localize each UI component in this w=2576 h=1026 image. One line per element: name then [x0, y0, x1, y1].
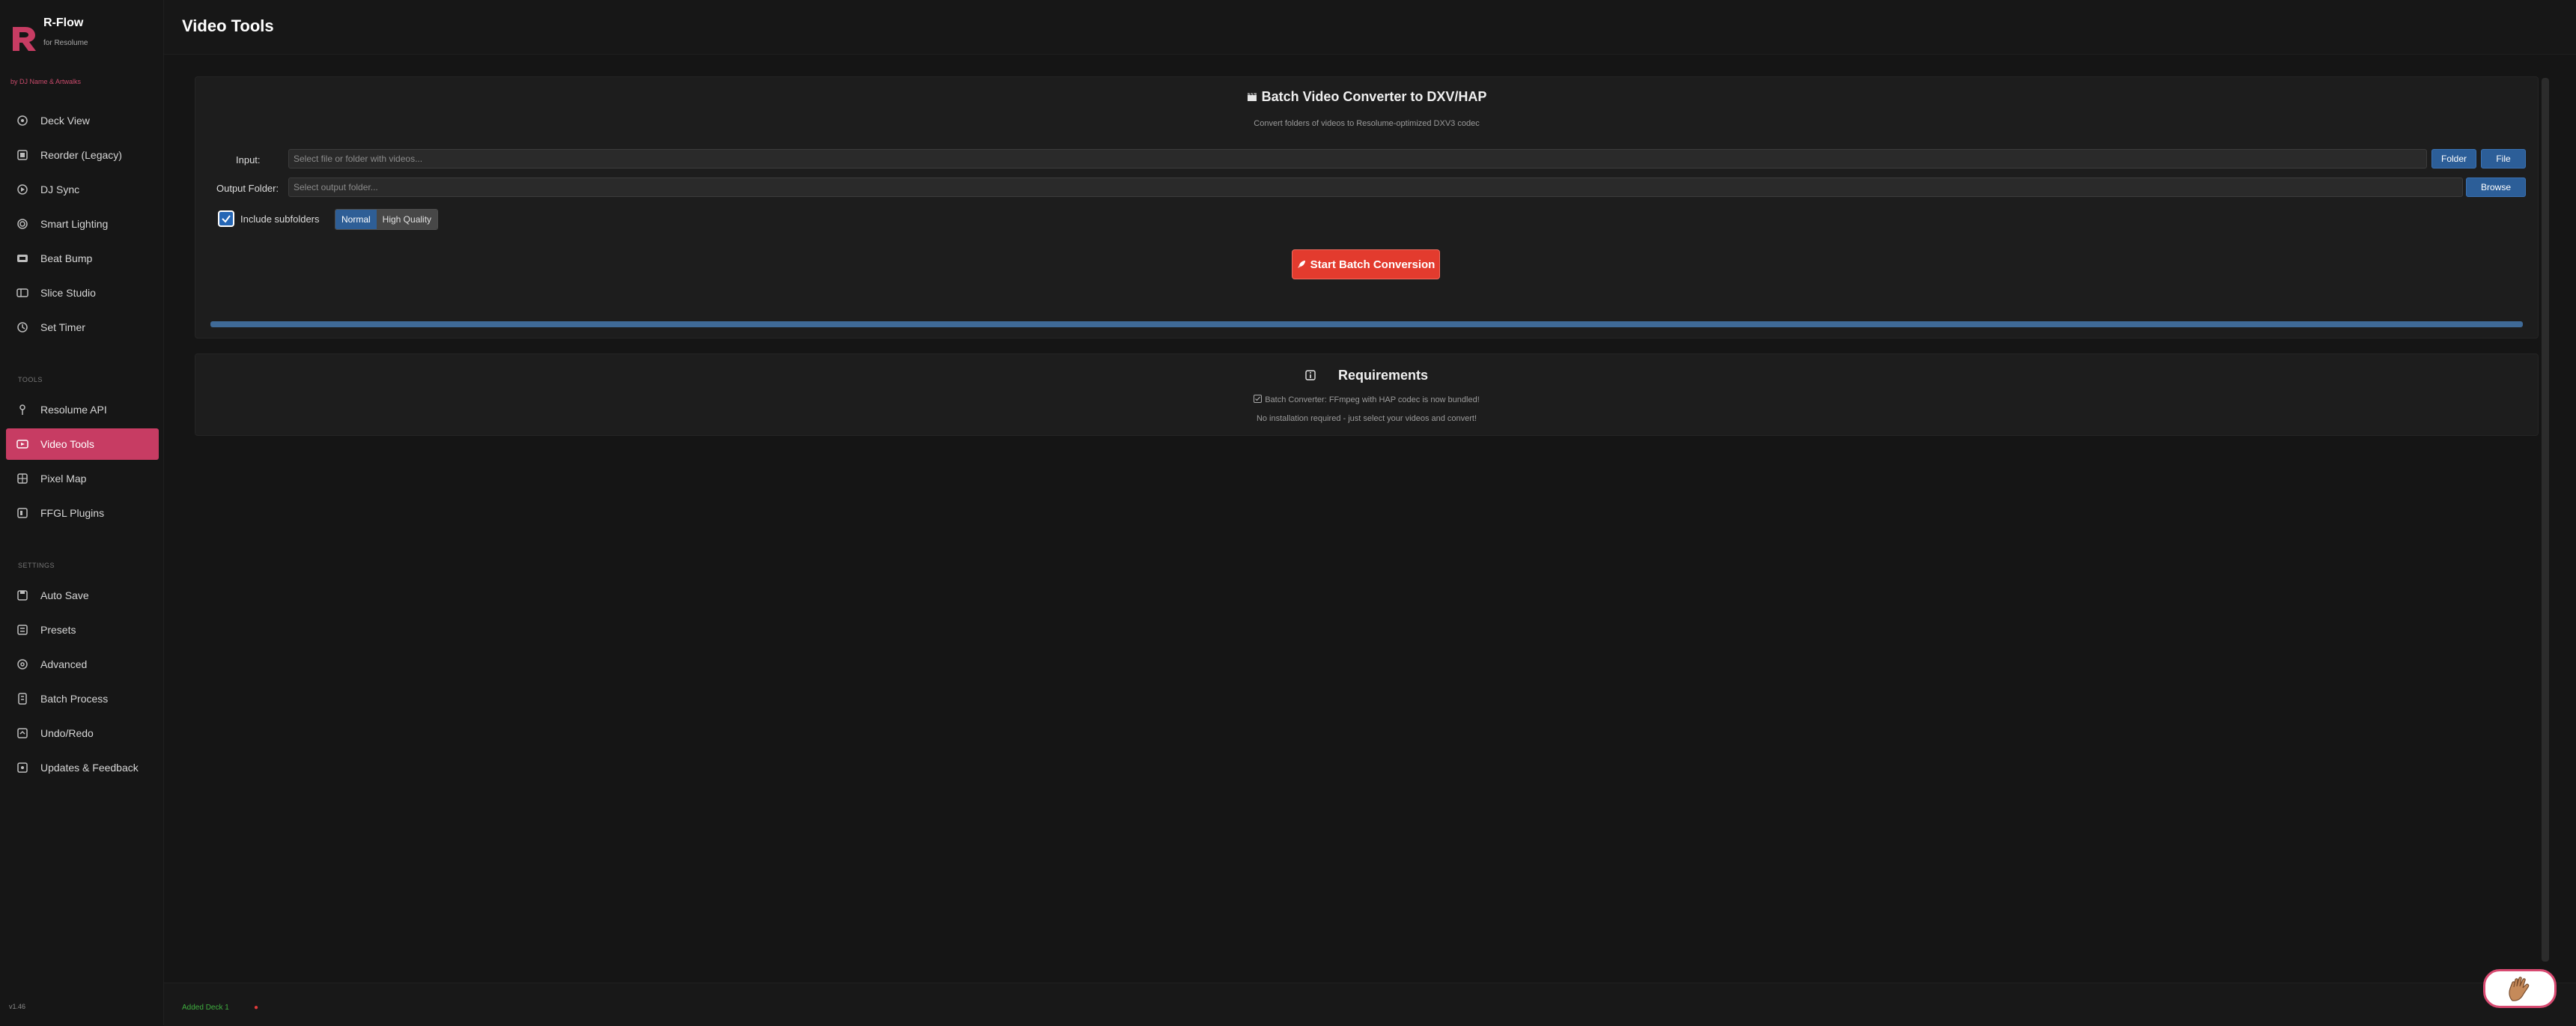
file-button[interactable]: File — [2481, 149, 2526, 169]
quality-option-normal[interactable]: Normal — [335, 210, 377, 229]
rocket-icon — [1297, 260, 1306, 269]
sidebar-item-label: DJ Sync — [40, 183, 80, 195]
main-scrollbar[interactable] — [2542, 78, 2549, 962]
settings-section-label: SETTINGS — [18, 562, 55, 569]
start-batch-conversion-button[interactable]: Start Batch Conversion — [1292, 249, 1440, 279]
save-icon — [16, 589, 28, 601]
include-subfolders-label[interactable]: Include subfolders — [240, 213, 320, 225]
by-line: by DJ Name & Artwalks — [10, 78, 82, 85]
sidebar-item-label: Beat Bump — [40, 252, 93, 264]
output-folder-field[interactable] — [288, 177, 2463, 197]
tools-section-label: TOOLS — [18, 376, 43, 383]
requirements-title: Requirements — [1337, 368, 1429, 383]
app-subtitle: for Resolume — [43, 39, 88, 47]
page-title: Video Tools — [182, 16, 274, 35]
pixel-icon — [16, 473, 28, 485]
sidebar-item-label: Set Timer — [40, 321, 85, 333]
start-button-label: Start Batch Conversion — [1310, 258, 1436, 271]
advanced-icon — [16, 658, 28, 670]
info-icon — [1305, 368, 1316, 384]
feedback-icon — [16, 762, 28, 774]
conversion-progress-bar — [210, 321, 2523, 327]
status-footer: Added Deck 1 ● — [164, 983, 2576, 1026]
sidebar-item-label: Deck View — [40, 115, 90, 127]
sidebar-item-resolume-api[interactable]: Resolume API — [6, 394, 159, 425]
include-subfolders-checkbox[interactable] — [218, 210, 234, 227]
input-label: Input: — [236, 154, 261, 166]
sidebar-item-updates-feedback[interactable]: Updates & Feedback — [6, 752, 159, 783]
reorder-icon — [16, 149, 28, 161]
sidebar-item-presets[interactable]: Presets — [6, 614, 159, 646]
sidebar-item-deck-view[interactable]: Deck View — [6, 105, 159, 136]
checkbox-icon — [1254, 395, 1263, 405]
sidebar-item-smart-lighting[interactable]: Smart Lighting — [6, 208, 159, 240]
input-path-field[interactable] — [288, 149, 2427, 169]
page-header: Video Tools — [164, 0, 2576, 55]
converter-subtitle: Convert folders of videos to Resolume-op… — [1254, 119, 1480, 128]
sidebar-item-label: Updates & Feedback — [40, 762, 139, 774]
conversion-progress-fill — [210, 321, 2523, 327]
sidebar-item-batch-process[interactable]: Batch Process — [6, 683, 159, 714]
sync-icon — [16, 183, 28, 195]
requirements-card: Requirements Batch Converter: FFmpeg wit… — [195, 353, 2539, 436]
sidebar-item-advanced[interactable]: Advanced — [6, 649, 159, 680]
sidebar-item-label: Video Tools — [40, 438, 94, 450]
feedback-fab-button[interactable] — [2483, 969, 2557, 1008]
requirements-line-1-row: Batch Converter: FFmpeg with HAP codec i… — [195, 395, 2538, 405]
status-message: Added Deck 1 — [182, 1004, 229, 1012]
requirements-line-1: Batch Converter: FFmpeg with HAP codec i… — [1265, 395, 1480, 404]
sidebar-item-ffgl-plugins[interactable]: FFGL Plugins — [6, 497, 159, 529]
app-name: R-Flow — [43, 16, 84, 29]
sidebar-item-label: Pixel Map — [40, 473, 87, 485]
sidebar-item-set-timer[interactable]: Set Timer — [6, 312, 159, 343]
video-icon — [16, 438, 28, 450]
requirements-line-2: No installation required - just select y… — [1256, 414, 1477, 423]
beat-icon — [16, 252, 28, 264]
sidebar-item-label: Batch Process — [40, 693, 109, 705]
requirements-title-row: Requirements — [195, 368, 2538, 384]
converter-title: Batch Video Converter to DXV/HAP — [1261, 89, 1487, 104]
quality-option-high-quality[interactable]: High Quality — [376, 210, 438, 229]
sidebar-item-slice-studio[interactable]: Slice Studio — [6, 277, 159, 309]
api-icon — [16, 404, 28, 416]
sidebar-item-label: Resolume API — [40, 404, 107, 416]
status-indicator: ● — [254, 1004, 259, 1012]
sidebar-item-undo-redo[interactable]: Undo/Redo — [6, 717, 159, 749]
checkmark-icon — [222, 215, 231, 223]
presets-icon — [16, 624, 28, 636]
converter-title-row: Batch Video Converter to DXV/HAP — [195, 89, 2538, 106]
raised-hand-icon — [2509, 977, 2530, 1001]
sidebar-item-label: Reorder (Legacy) — [40, 149, 122, 161]
browse-button[interactable]: Browse — [2466, 177, 2526, 197]
sidebar-item-video-tools[interactable]: Video Tools — [6, 428, 159, 460]
clapperboard-icon — [1247, 90, 1257, 106]
output-folder-label: Output Folder: — [216, 183, 279, 194]
sidebar-item-pixel-map[interactable]: Pixel Map — [6, 463, 159, 494]
sidebar-item-label: Slice Studio — [40, 287, 96, 299]
app-version: v1.46 — [9, 1003, 26, 1010]
sidebar-item-label: Auto Save — [40, 589, 89, 601]
timer-icon — [16, 321, 28, 333]
lighting-icon — [16, 218, 28, 230]
quality-toggle: Normal High Quality — [335, 209, 439, 230]
sidebar-item-label: Presets — [40, 624, 76, 636]
sidebar-item-reorder-legacy[interactable]: Reorder (Legacy) — [6, 139, 159, 171]
batch-icon — [16, 693, 28, 705]
sidebar-item-label: Undo/Redo — [40, 727, 94, 739]
sidebar-item-beat-bump[interactable]: Beat Bump — [6, 243, 159, 274]
folder-button[interactable]: Folder — [2431, 149, 2476, 169]
sidebar-item-label: Advanced — [40, 658, 88, 670]
batch-converter-card: Batch Video Converter to DXV/HAP Convert… — [195, 76, 2539, 339]
brand: R-Flow for Resolume — [10, 12, 160, 57]
sidebar-item-label: Smart Lighting — [40, 218, 109, 230]
sidebar-item-label: FFGL Plugins — [40, 507, 105, 519]
r-flow-logo-icon — [13, 27, 36, 51]
undo-icon — [16, 727, 28, 739]
sidebar-item-dj-sync[interactable]: DJ Sync — [6, 174, 159, 205]
slice-icon — [16, 287, 28, 299]
sidebar-item-auto-save[interactable]: Auto Save — [6, 580, 159, 611]
plugin-icon — [16, 507, 28, 519]
sidebar: R-Flow for Resolume by DJ Name & Artwalk… — [0, 0, 164, 1025]
deck-icon — [16, 115, 28, 127]
